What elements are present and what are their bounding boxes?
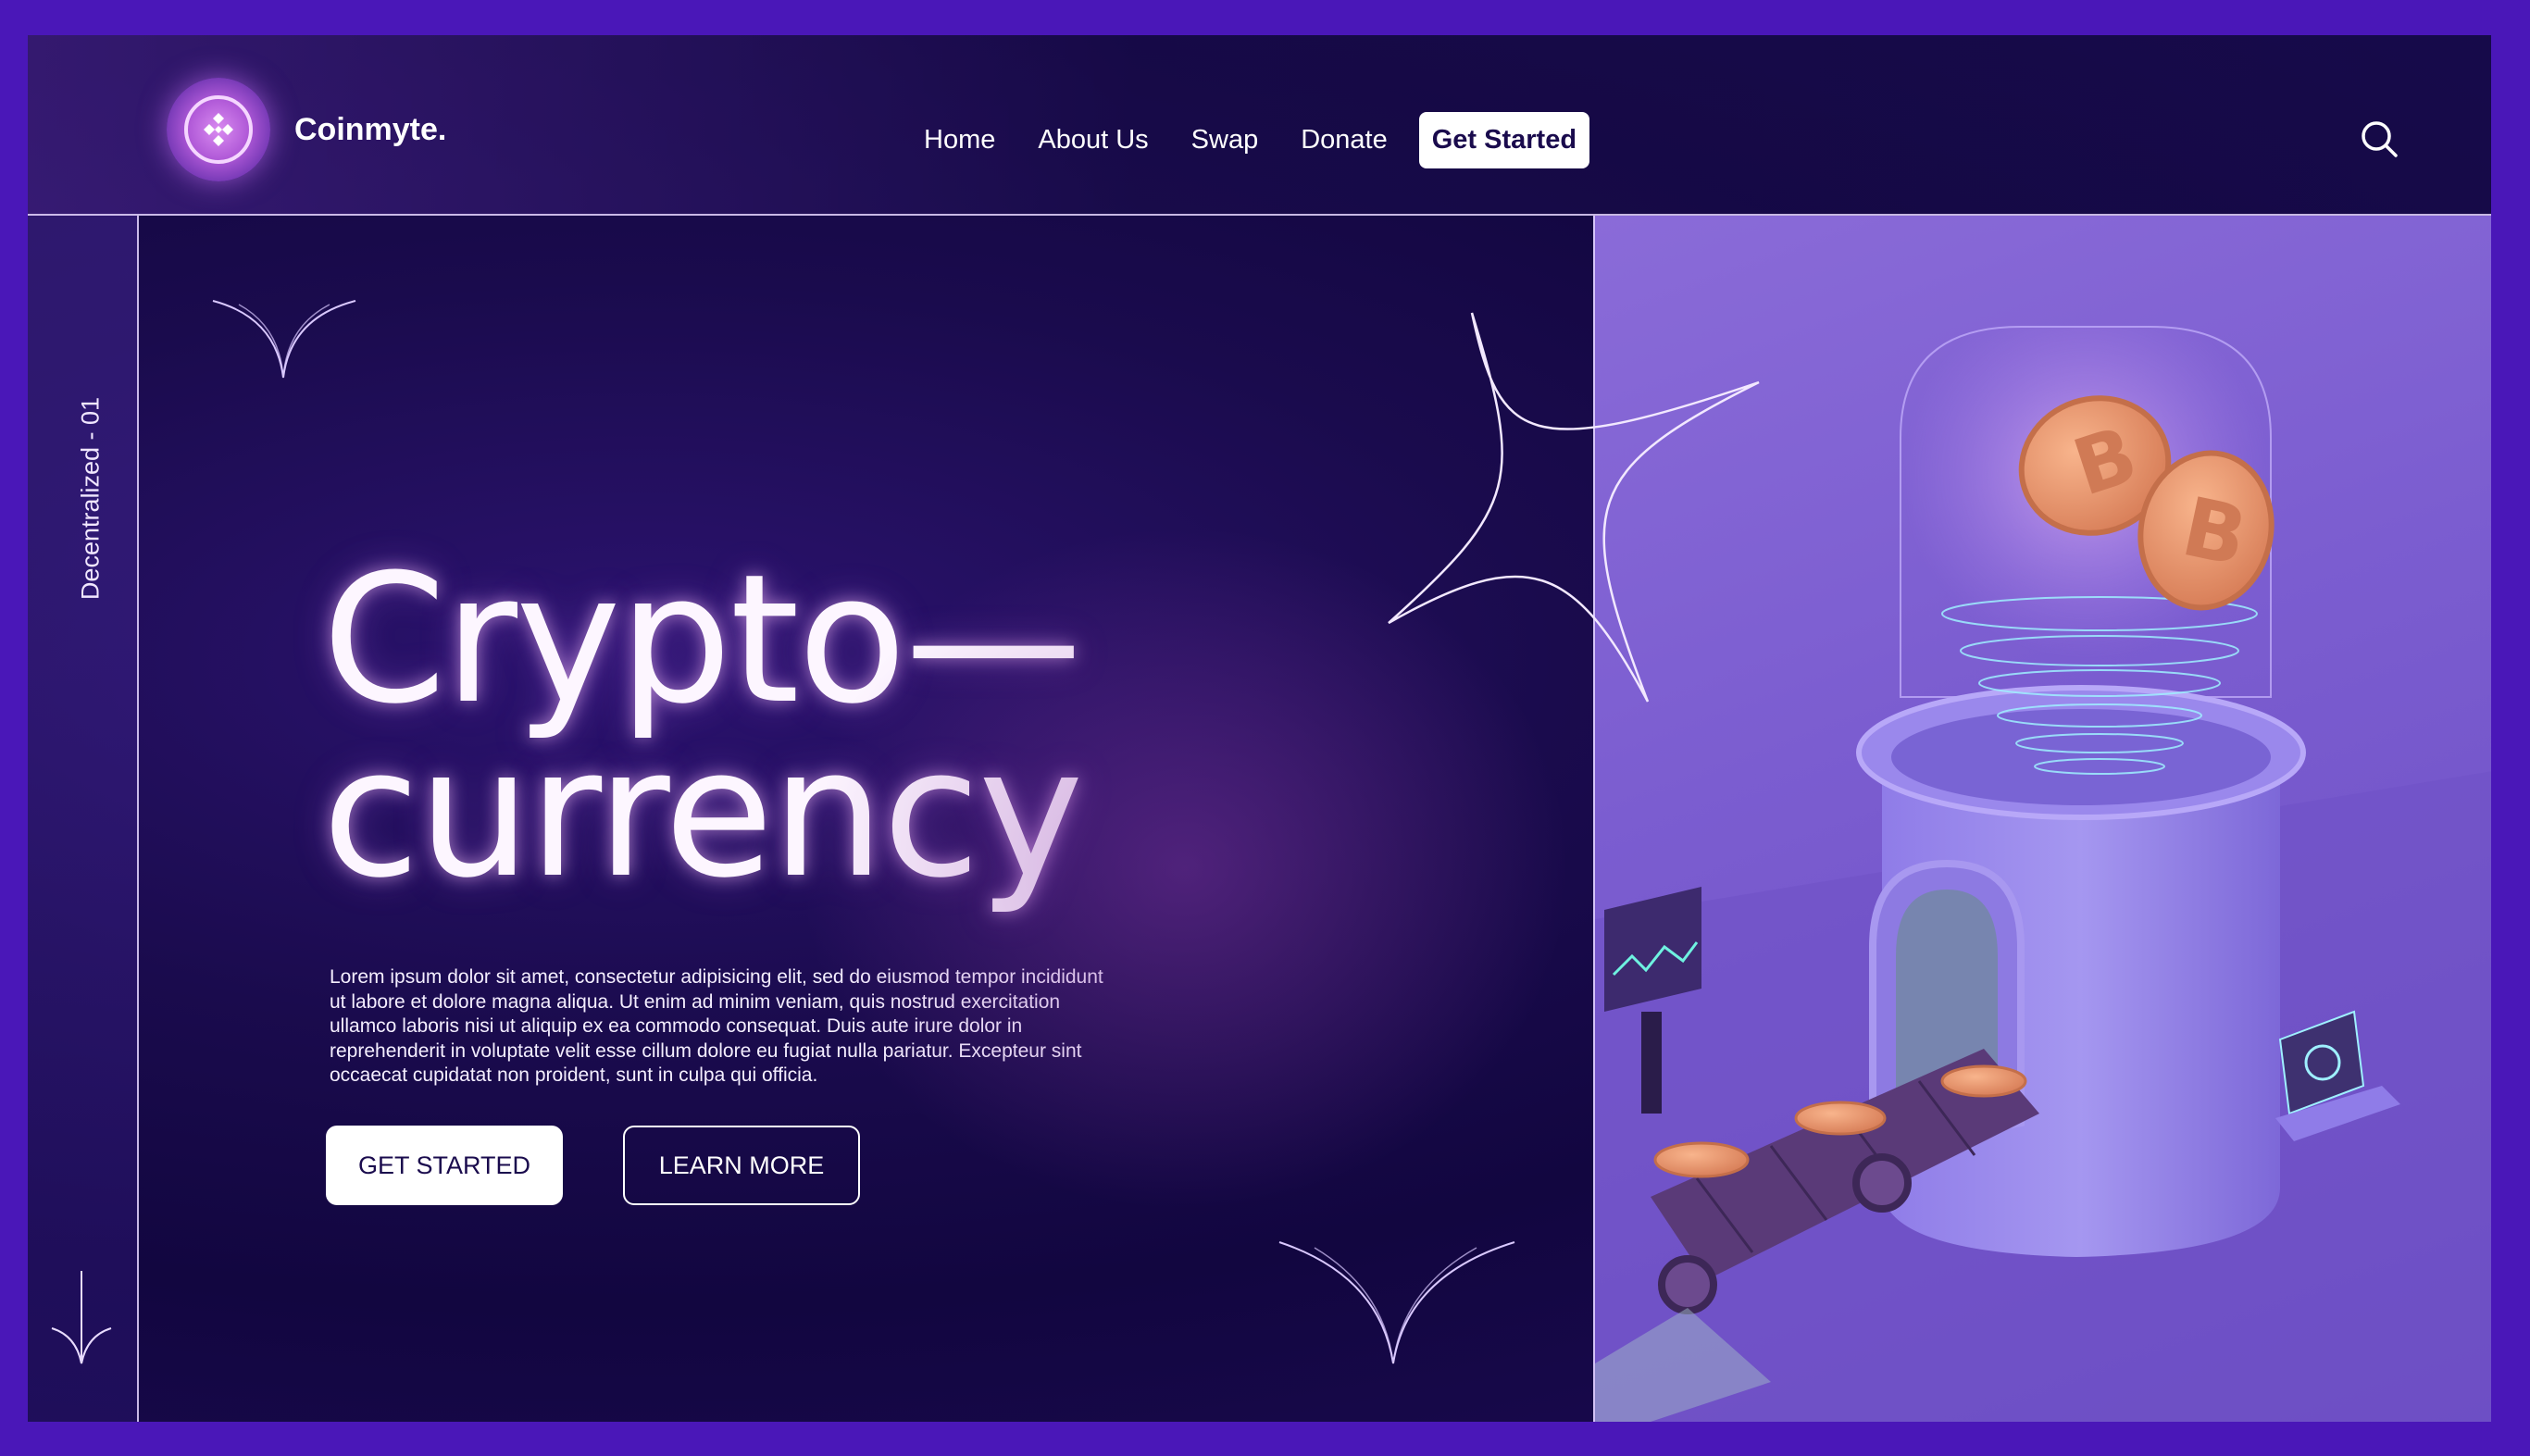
side-rail: Decentralized - 01 (28, 216, 139, 1422)
nav-swap[interactable]: Swap (1191, 125, 1259, 156)
get-started-nav-button[interactable]: Get Started (1418, 112, 1590, 168)
nav-home[interactable]: Home (924, 125, 995, 156)
leaf-decoration-icon (1278, 1241, 1515, 1364)
search-icon[interactable] (2359, 118, 2399, 159)
logo-badge (167, 78, 270, 181)
arrow-down-icon[interactable] (48, 1271, 115, 1373)
rail-label: Decentralized - 01 (76, 396, 105, 601)
binance-diamond-icon (184, 95, 253, 164)
nav-donate[interactable]: Donate (1301, 125, 1388, 156)
learn-more-button[interactable]: LEARN MORE (623, 1126, 860, 1205)
page-frame: Coinmyte. Home About Us Swap Donate Get … (28, 35, 2491, 1422)
hero-description: Lorem ipsum dolor sit amet, consectetur … (330, 966, 1103, 1086)
get-started-button[interactable]: GET STARTED (326, 1126, 563, 1205)
brand-logo[interactable]: Coinmyte. (167, 78, 446, 181)
hero-title: Crypto— currency (322, 552, 1084, 903)
hero-title-line2: currency (322, 711, 1084, 917)
main-nav: Home About Us Swap Donate Get Started (924, 112, 1590, 168)
leaf-decoration-icon (212, 300, 356, 379)
brand-name: Coinmyte. (294, 111, 447, 147)
site-header: Coinmyte. Home About Us Swap Donate Get … (28, 35, 2491, 216)
sparkle-star-icon (1388, 312, 1760, 703)
nav-about-us[interactable]: About Us (1038, 125, 1148, 156)
